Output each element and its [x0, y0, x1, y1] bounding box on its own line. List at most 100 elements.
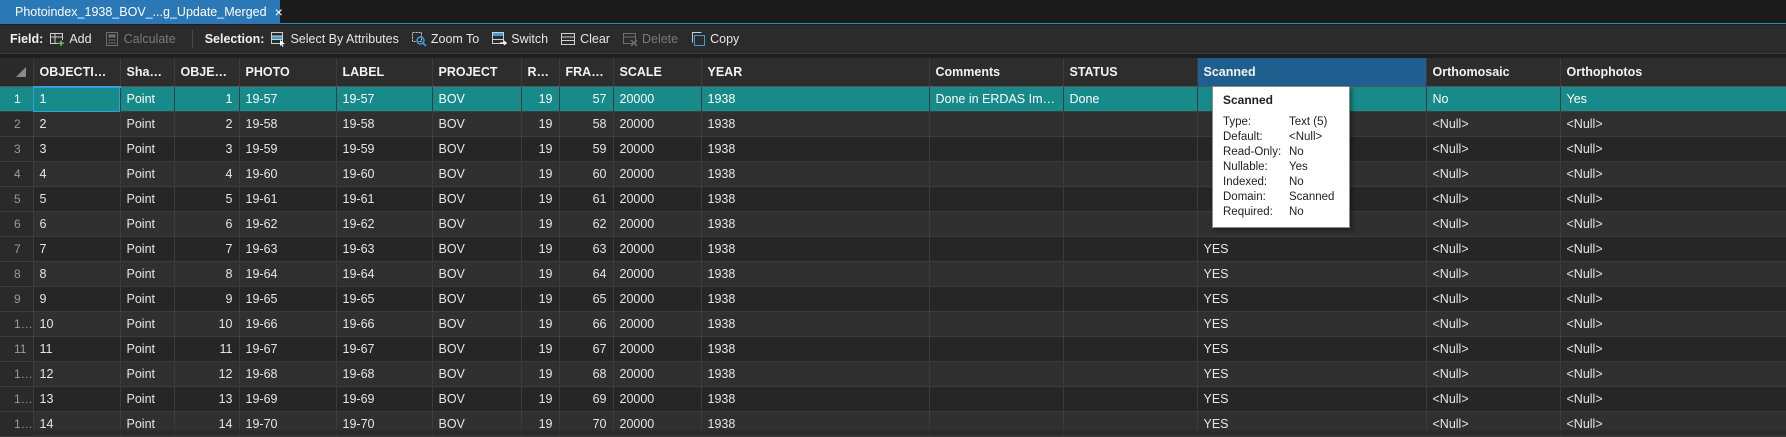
table-row[interactable]: 6 6 Point 6 19-62 19-62 BOV 19 62 20000 1938 <Null>… — [0, 211, 1786, 237]
cell-orthomosaic[interactable]: <Null> — [1426, 386, 1561, 412]
cell-scale[interactable]: 20000 — [613, 286, 702, 312]
cell-shape[interactable]: Point — [120, 136, 175, 162]
cell-objectid[interactable]: 9 — [174, 286, 240, 312]
cell-roll[interactable]: 19 — [521, 311, 560, 337]
cell-shape[interactable]: Point — [120, 236, 175, 262]
cell-comments[interactable] — [929, 211, 1064, 237]
cell-roll[interactable]: 19 — [521, 211, 560, 237]
cell-project[interactable]: BOV — [432, 136, 522, 162]
cell-orthophotos[interactable]: <Null> — [1560, 136, 1786, 162]
cell-shape[interactable]: Point — [120, 386, 175, 412]
cell-frame[interactable]: 64 — [559, 261, 614, 287]
cell-comments[interactable] — [929, 136, 1064, 162]
table-row[interactable]: 4 4 Point 4 19-60 19-60 BOV 19 60 20000 1938 <Null>… — [0, 161, 1786, 187]
tab-attribute-table[interactable]: Photoindex_1938_BOV_...g_Update_Merged × — [0, 0, 283, 24]
cell-status[interactable] — [1063, 336, 1198, 362]
select-all-corner[interactable] — [0, 58, 34, 87]
cell-orthomosaic[interactable]: <Null> — [1426, 161, 1561, 187]
cell-frame[interactable]: 65 — [559, 286, 614, 312]
cell-project[interactable]: BOV — [432, 111, 522, 137]
cell-orthomosaic[interactable]: No — [1426, 86, 1561, 112]
cell-objectid[interactable]: 2 — [174, 111, 240, 137]
cell-objectid-1[interactable]: 2 — [33, 111, 121, 137]
table-row[interactable]: 11 11 Point 11 19-67 19-67 BOV 19 67 20000 1938 YES… — [0, 336, 1786, 362]
cell-objectid-1[interactable]: 13 — [33, 386, 121, 412]
row-number[interactable]: 7 — [0, 236, 34, 262]
calculate-field-button[interactable]: Calculate — [104, 31, 176, 47]
cell-comments[interactable] — [929, 336, 1064, 362]
cell-shape[interactable]: Point — [120, 86, 175, 112]
cell-label[interactable]: 19-58 — [336, 111, 433, 137]
cell-photo[interactable]: 19-57 — [239, 86, 337, 112]
cell-label[interactable]: 19-64 — [336, 261, 433, 287]
table-row[interactable]: 2 2 Point 2 19-58 19-58 BOV 19 58 20000 1938 <Null>… — [0, 111, 1786, 137]
cell-scale[interactable]: 20000 — [613, 136, 702, 162]
cell-objectid[interactable]: 4 — [174, 161, 240, 187]
table-row[interactable]: 13 13 Point 13 19-69 19-69 BOV 19 69 20000 1938 YES… — [0, 386, 1786, 412]
cell-year[interactable]: 1938 — [701, 311, 930, 337]
row-number[interactable]: 11 — [0, 336, 34, 362]
column-header-orthophotos[interactable]: Orthophotos — [1560, 58, 1786, 87]
cell-objectid-1[interactable]: 5 — [33, 186, 121, 212]
cell-objectid-1[interactable]: 8 — [33, 261, 121, 287]
cell-objectid-1[interactable]: 7 — [33, 236, 121, 262]
table-row[interactable]: 1 1 Point 1 19-57 19-57 BOV 19 57 20000 1938 Done i… — [0, 86, 1786, 112]
cell-comments[interactable] — [929, 186, 1064, 212]
cell-orthophotos[interactable]: <Null> — [1560, 336, 1786, 362]
cell-objectid[interactable]: 13 — [174, 386, 240, 412]
column-header-scale[interactable]: SCALE — [613, 58, 702, 87]
cell-orthophotos[interactable]: <Null> — [1560, 186, 1786, 212]
cell-shape[interactable]: Point — [120, 186, 175, 212]
table-row[interactable]: 8 8 Point 8 19-64 19-64 BOV 19 64 20000 1938 YES <Nu… — [0, 261, 1786, 287]
cell-objectid[interactable]: 12 — [174, 361, 240, 387]
cell-comments[interactable]: Done in ERDAS Imagi... — [929, 86, 1064, 112]
cell-orthomosaic[interactable]: <Null> — [1426, 111, 1561, 137]
cell-comments[interactable] — [929, 261, 1064, 287]
cell-objectid[interactable]: 10 — [174, 311, 240, 337]
cell-frame[interactable]: 60 — [559, 161, 614, 187]
cell-photo[interactable]: 19-62 — [239, 211, 337, 237]
cell-photo[interactable]: 19-60 — [239, 161, 337, 187]
cell-objectid[interactable]: 1 — [174, 86, 240, 112]
cell-orthophotos[interactable]: <Null> — [1560, 211, 1786, 237]
cell-orthomosaic[interactable]: <Null> — [1426, 286, 1561, 312]
cell-comments[interactable] — [929, 311, 1064, 337]
cell-status[interactable] — [1063, 136, 1198, 162]
cell-photo[interactable]: 19-58 — [239, 111, 337, 137]
cell-project[interactable]: BOV — [432, 211, 522, 237]
cell-project[interactable]: BOV — [432, 261, 522, 287]
cell-roll[interactable]: 19 — [521, 136, 560, 162]
cell-shape[interactable]: Point — [120, 286, 175, 312]
cell-shape[interactable]: Point — [120, 361, 175, 387]
cell-roll[interactable]: 19 — [521, 261, 560, 287]
cell-orthophotos[interactable]: <Null> — [1560, 386, 1786, 412]
cell-project[interactable]: BOV — [432, 386, 522, 412]
cell-label[interactable]: 19-61 — [336, 186, 433, 212]
cell-objectid[interactable]: 11 — [174, 336, 240, 362]
cell-orthophotos[interactable]: <Null> — [1560, 236, 1786, 262]
cell-comments[interactable] — [929, 236, 1064, 262]
cell-status[interactable] — [1063, 361, 1198, 387]
row-number[interactable]: 3 — [0, 136, 34, 162]
cell-project[interactable]: BOV — [432, 286, 522, 312]
cell-orthomosaic[interactable]: <Null> — [1426, 136, 1561, 162]
cell-objectid[interactable]: 5 — [174, 186, 240, 212]
cell-photo[interactable]: 19-68 — [239, 361, 337, 387]
cell-scanned[interactable]: YES — [1197, 336, 1427, 362]
column-header-shape[interactable]: Shape * — [120, 58, 175, 87]
column-header-comments[interactable]: Comments — [929, 58, 1064, 87]
cell-photo[interactable]: 19-61 — [239, 186, 337, 212]
cell-project[interactable]: BOV — [432, 86, 522, 112]
cell-roll[interactable]: 19 — [521, 161, 560, 187]
cell-label[interactable]: 19-69 — [336, 386, 433, 412]
table-row[interactable]: 7 7 Point 7 19-63 19-63 BOV 19 63 20000 1938 YES <Nu… — [0, 236, 1786, 262]
row-number[interactable]: 13 — [0, 386, 34, 412]
cell-year[interactable]: 1938 — [701, 261, 930, 287]
cell-roll[interactable]: 19 — [521, 286, 560, 312]
cell-scale[interactable]: 20000 — [613, 336, 702, 362]
cell-photo[interactable]: 19-65 — [239, 286, 337, 312]
cell-scale[interactable]: 20000 — [613, 386, 702, 412]
cell-photo[interactable]: 19-64 — [239, 261, 337, 287]
cell-roll[interactable]: 19 — [521, 86, 560, 112]
cell-photo[interactable]: 19-67 — [239, 336, 337, 362]
